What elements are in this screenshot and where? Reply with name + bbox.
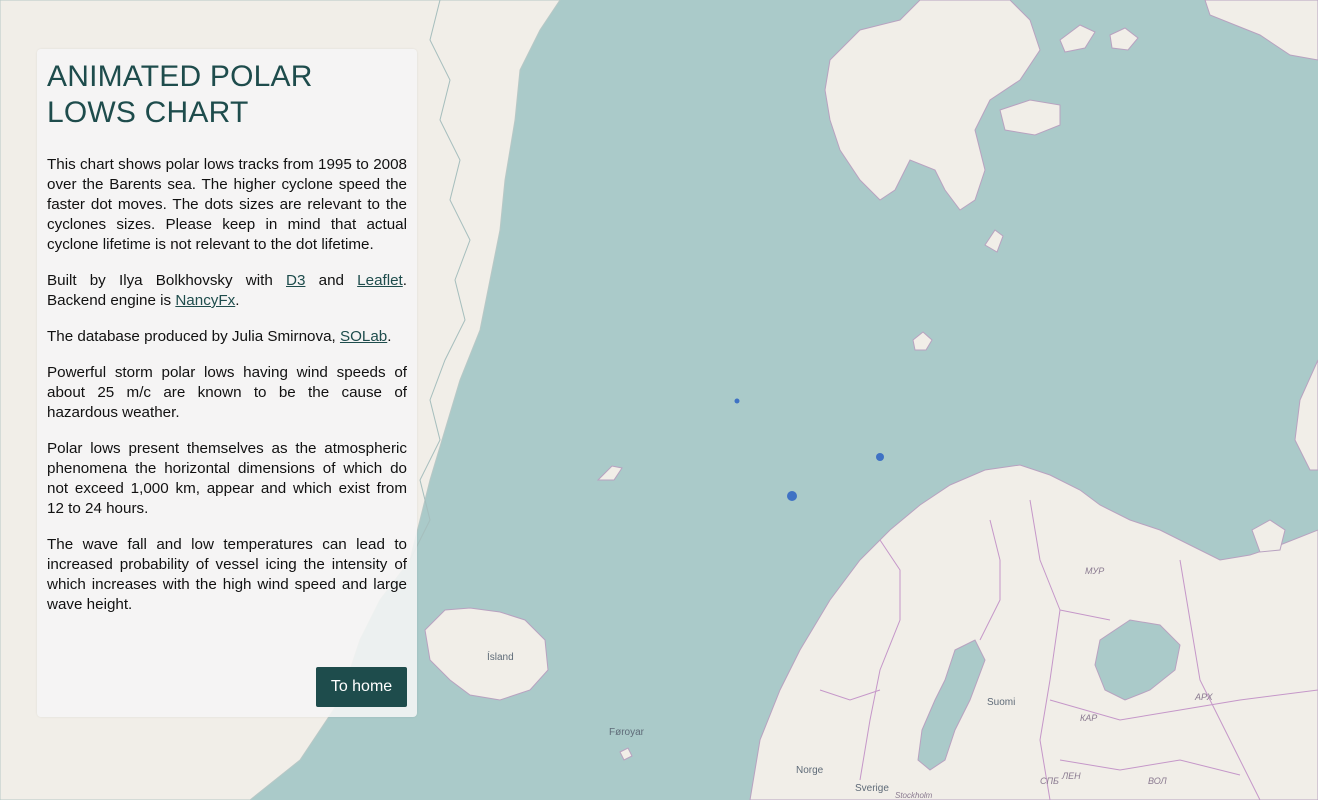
storm-paragraph: Powerful storm polar lows having wind sp… <box>47 364 407 421</box>
map-label-faroe: Føroyar <box>609 727 644 738</box>
map-label-spb: СПБ <box>1040 776 1059 786</box>
polar-low-dot <box>787 491 797 501</box>
map-label-finland: Suomi <box>987 697 1016 708</box>
credits-text: Built by Ilya Bolkhovsky with <box>47 272 287 289</box>
leaflet-link[interactable]: Leaflet <box>357 272 403 289</box>
polar-low-dot <box>734 398 740 404</box>
database-paragraph: The database produced by Julia Smirnova,… <box>47 327 407 347</box>
credits-text: and <box>305 272 358 289</box>
credits-text: . <box>235 292 240 309</box>
polar-low-dot <box>876 453 884 461</box>
map-label-norway: Norge <box>796 765 824 776</box>
info-panel: ANIMATED POLAR LOWS CHART This chart sho… <box>37 49 417 717</box>
map-label-murmansk: МУР <box>1085 566 1105 576</box>
map-label-iceland: Ísland <box>487 652 514 663</box>
database-text: The database produced by Julia Smirnova, <box>47 328 340 345</box>
solab-link[interactable]: SOLab <box>340 328 387 345</box>
description-paragraph: This chart shows polar lows tracks from … <box>47 156 407 253</box>
map-label-sweden: Sverige <box>855 783 889 794</box>
map-label-vol: ВОЛ <box>1148 776 1167 786</box>
page-title: ANIMATED POLAR LOWS CHART <box>47 60 313 129</box>
home-button[interactable]: To home <box>316 667 407 707</box>
d3-link[interactable]: D3 <box>286 272 305 289</box>
icing-paragraph: The wave fall and low temperatures can l… <box>47 536 407 613</box>
map-label-stockholm: Stockholm <box>895 791 933 800</box>
map-label-karelia: КАР <box>1080 713 1098 723</box>
phenomena-paragraph: Polar lows present themselves as the atm… <box>47 440 407 517</box>
nancyfx-link[interactable]: NancyFx <box>175 292 235 309</box>
credits-paragraph: Built by Ilya Bolkhovsky with D3 and Lea… <box>47 271 407 311</box>
map-label-arkhangelsk: АРХ <box>1195 692 1213 702</box>
map-label-len: ЛЕН <box>1062 771 1081 781</box>
database-text: . <box>387 328 392 345</box>
